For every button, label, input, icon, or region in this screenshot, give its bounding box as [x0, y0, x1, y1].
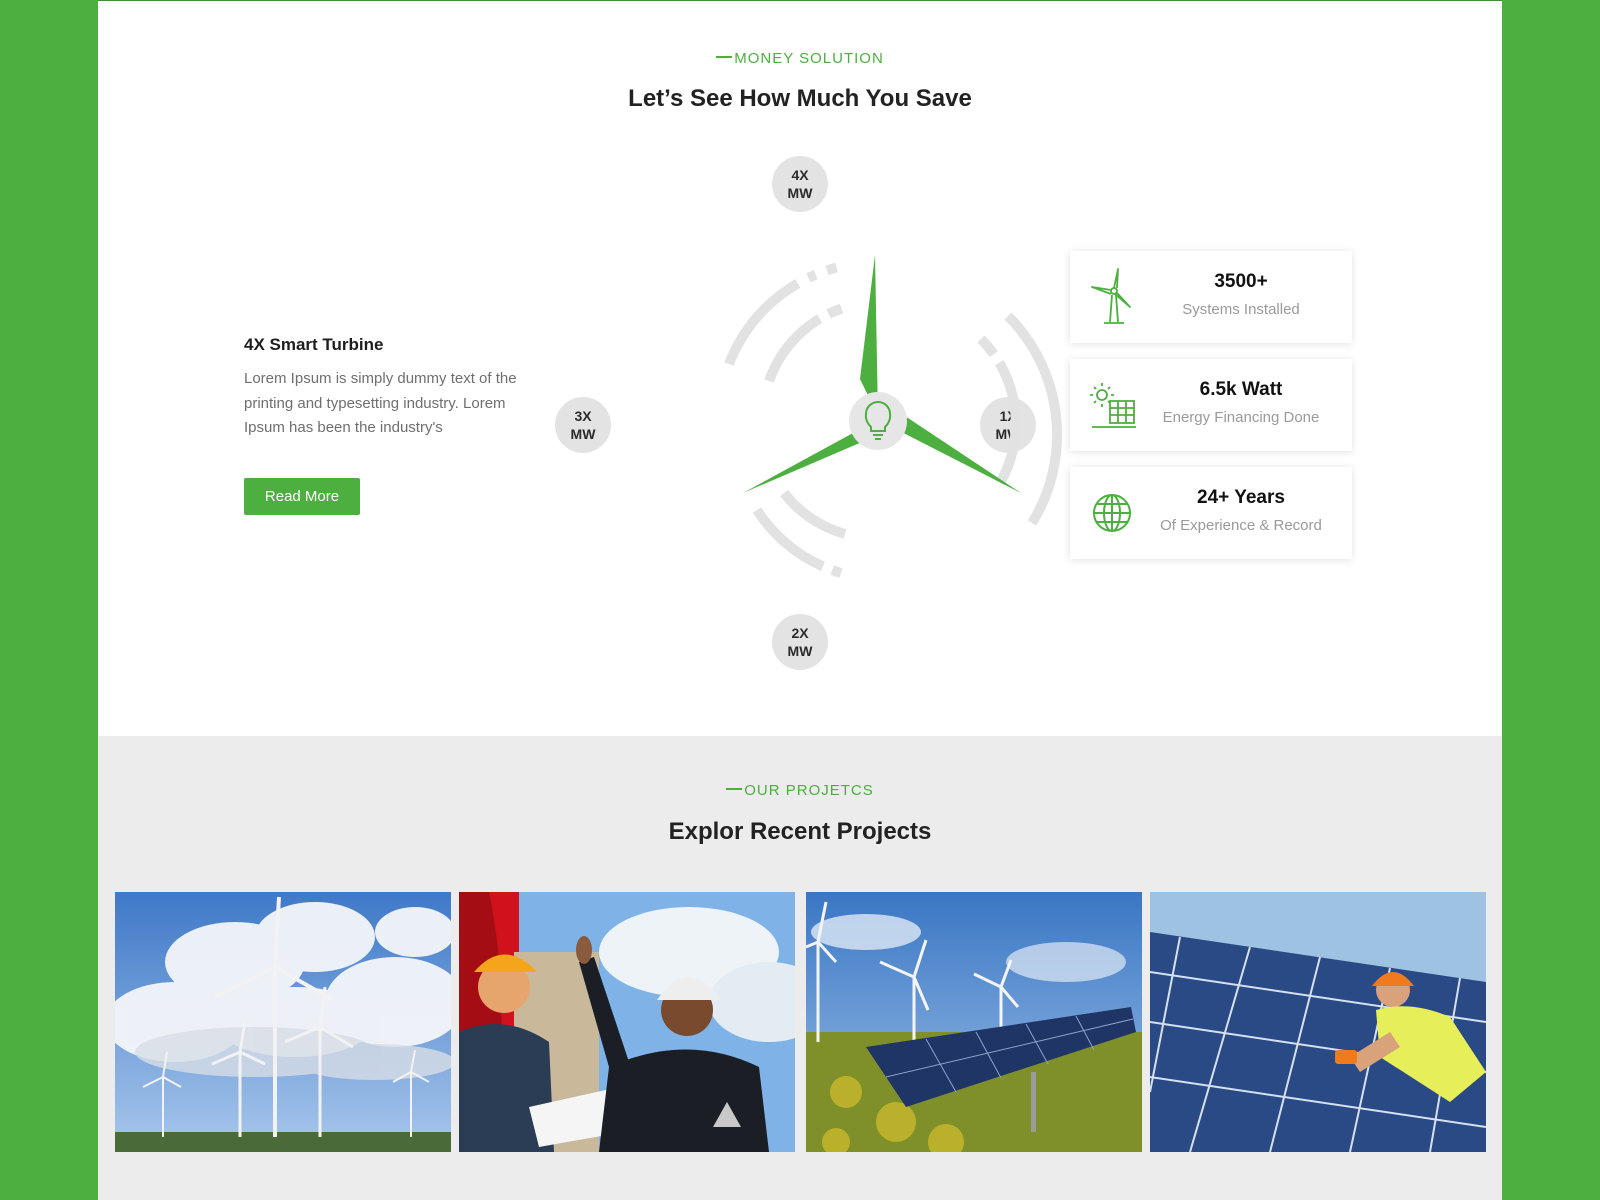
arc-lower-outer: [752, 507, 843, 578]
stat-card-systems: 3500+ Systems Installed: [1070, 251, 1352, 343]
badge-4x-mw[interactable]: 4X MW: [772, 156, 828, 212]
badge-3x-mw[interactable]: 3X MW: [555, 397, 611, 453]
badge-unit: MW: [787, 185, 813, 201]
turbine-blades-graphic: [724, 255, 1063, 578]
project-card-solar-installer[interactable]: [1150, 892, 1486, 1152]
solar-installer-photo: [1150, 892, 1486, 1152]
blade-top: [860, 255, 878, 416]
badge-2x-mw[interactable]: 2X MW: [772, 614, 828, 670]
eyebrow-dash: [716, 56, 733, 59]
turbine-hub: [849, 392, 907, 450]
badge-multiplier: 3X: [574, 408, 592, 424]
badge-unit: MW: [570, 426, 596, 442]
project-card-engineers[interactable]: [459, 892, 795, 1152]
stat-label: Systems Installed: [1182, 301, 1300, 318]
badge-unit: MW: [787, 643, 813, 659]
savings-section: MONEY SOLUTION Let’s See How Much You Sa…: [98, 0, 1502, 736]
savings-eyebrow-text: MONEY SOLUTION: [734, 50, 884, 67]
project-card-wind-farm[interactable]: [115, 892, 451, 1152]
savings-heading: Let’s See How Much You Save: [628, 85, 972, 112]
arc-right-inner: [977, 335, 1021, 486]
savings-eyebrow: MONEY SOLUTION: [98, 50, 1502, 67]
feature-text: Lorem Ipsum is simply dummy text of the …: [244, 370, 517, 436]
stat-value: 3500+: [1214, 271, 1268, 292]
badge-multiplier: 2X: [791, 625, 809, 641]
stat-label: Of Experience & Record: [1160, 517, 1322, 534]
projects-section: OUR PROJETCS Explor Recent Projects: [98, 736, 1502, 1200]
projects-eyebrow: OUR PROJETCS: [98, 782, 1502, 799]
arc-upper-left-inner: [764, 302, 848, 383]
stat-value: 6.5k Watt: [1199, 379, 1283, 400]
eyebrow-dash: [726, 788, 743, 791]
project-card-solar-field[interactable]: [806, 892, 1142, 1152]
arc-lower-inner: [780, 489, 847, 539]
stat-card-energy: 6.5k Watt Energy Financing Done: [1070, 359, 1352, 451]
stat-card-experience: 24+ Years Of Experience & Record: [1070, 467, 1352, 559]
projects-eyebrow-text: OUR PROJETCS: [744, 782, 874, 799]
engineers-photo: [459, 892, 795, 1152]
page: MONEY SOLUTION Let’s See How Much You Sa…: [98, 0, 1502, 1200]
feature-title: 4X Smart Turbine: [244, 335, 384, 354]
stat-value: 24+ Years: [1197, 487, 1285, 508]
wind-farm-photo: [115, 892, 451, 1152]
badge-multiplier: 4X: [791, 167, 809, 183]
projects-heading: Explor Recent Projects: [668, 818, 932, 845]
read-more-button[interactable]: Read More: [244, 478, 360, 515]
solar-and-wind-field-photo: [806, 892, 1142, 1152]
stat-label: Energy Financing Done: [1162, 409, 1320, 426]
